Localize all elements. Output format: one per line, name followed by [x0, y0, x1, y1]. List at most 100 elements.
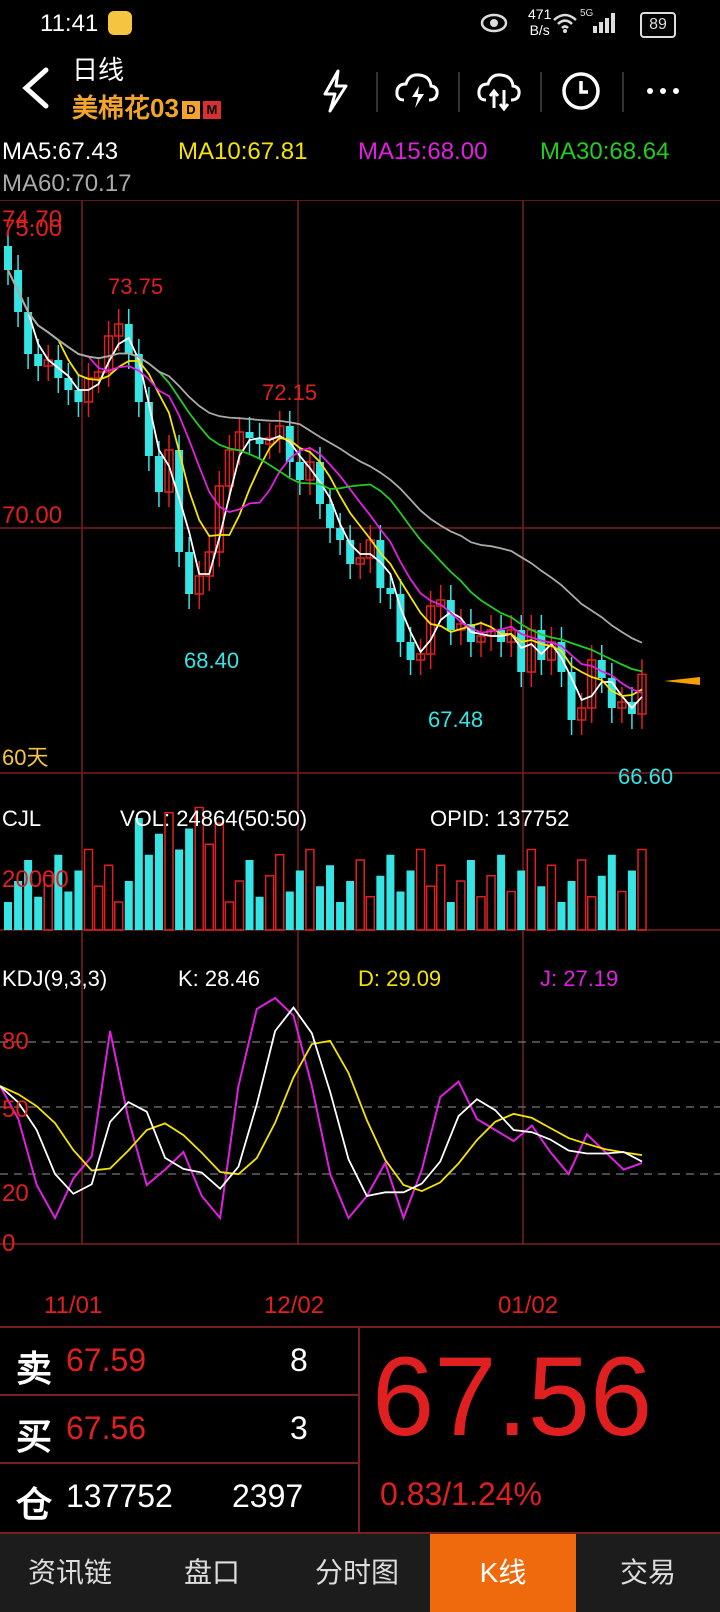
kdj-level-lines [0, 1041, 720, 1175]
sell-qty: 8 [290, 1342, 308, 1378]
open-interest-value: 137752 [66, 1478, 173, 1514]
kdj-k-line [0, 1006, 643, 1198]
wifi-icon [553, 13, 577, 33]
volume-bar [617, 890, 627, 931]
volume-bar [64, 891, 73, 930]
contract-title[interactable]: 美棉花03 D M [72, 88, 221, 125]
volume-bar [295, 870, 304, 930]
ma10-value: MA10:67.81 [178, 138, 308, 165]
clock-icon[interactable] [556, 66, 606, 116]
volume-bar [305, 848, 315, 931]
volume-bar [113, 901, 124, 931]
tag-d-badge: D [181, 101, 200, 120]
volume-bar [435, 864, 446, 931]
volume-bar [124, 881, 133, 930]
volume-bar [346, 881, 355, 930]
back-arrow-icon[interactable] [18, 66, 52, 110]
volume-bar [576, 859, 587, 931]
low-annotation: 66.60 [618, 764, 674, 789]
volume-bar [476, 896, 486, 931]
ma-lines [7, 269, 643, 710]
tab-order-book[interactable]: 盘口 [140, 1534, 284, 1612]
high-annotation: 73.75 [108, 274, 164, 299]
volume-bar [537, 886, 546, 930]
more-icon[interactable] [638, 66, 688, 116]
candle-body-down [185, 552, 194, 594]
buy-qty: 3 [290, 1410, 308, 1446]
volume-bar [204, 843, 215, 931]
tab-intraday[interactable]: 分时图 [284, 1534, 430, 1612]
sell-label: 卖 [16, 1348, 53, 1389]
kdj-k-value: K: 28.46 [178, 966, 260, 991]
high-annotation: 72.15 [262, 380, 318, 405]
volume-bar [154, 833, 163, 930]
candle-body-down [295, 462, 304, 480]
kline-chart[interactable] [0, 200, 720, 1285]
header-bar: 日线 美棉花03 D M [0, 46, 720, 132]
range-label: 60天 [2, 745, 49, 770]
ma-line [7, 269, 643, 697]
price-axis-label: 70.00 [2, 502, 63, 529]
cloud-download-icon[interactable] [392, 66, 442, 116]
tab-info-chain[interactable]: 资讯链 [0, 1534, 140, 1612]
lightning-icon[interactable] [310, 66, 360, 116]
cloud-upload-icon[interactable] [474, 66, 524, 116]
candle-body-down [517, 630, 526, 672]
candlesticks [4, 231, 647, 735]
low-annotation: 67.48 [428, 707, 484, 732]
contract-name-text: 美棉花03 [72, 93, 179, 123]
bottom-tab-bar: 资讯链 盘口 分时图 K线 交易 [0, 1534, 720, 1612]
volume-bar [446, 902, 455, 930]
ma30-value: MA30:68.64 [540, 138, 670, 165]
volume-bar [396, 891, 405, 930]
volume-bar [627, 870, 636, 930]
volume-bar [185, 828, 194, 930]
volume-bar [74, 870, 83, 930]
date-label: 01/02 [498, 1292, 559, 1319]
candle-body-down [74, 390, 83, 402]
volume-bar [336, 902, 345, 930]
price-axis-label: 75.00 [2, 215, 63, 242]
volume-title: CJL [2, 806, 42, 831]
volume-bar [586, 896, 597, 931]
sell-price[interactable]: 67.59 [66, 1342, 146, 1379]
ma-legend: MA5:67.43 MA10:67.81 MA15:68.00 MA30:68.… [0, 132, 720, 200]
opid-value: OPID: 137752 [430, 806, 570, 831]
volume-bar [245, 860, 254, 930]
ma5-value: MA5:67.43 [2, 138, 119, 165]
volume-bar [83, 848, 94, 931]
volume-bar [486, 875, 496, 931]
candle-body-down [34, 354, 43, 366]
candle-body-down [245, 432, 254, 438]
battery-icon: 89 [640, 12, 676, 38]
volume-bar [637, 848, 647, 931]
ma-line [7, 269, 643, 694]
volume-bar [517, 870, 526, 930]
low-annotation: 68.40 [184, 648, 240, 673]
tab-trade[interactable]: 交易 [576, 1534, 720, 1612]
volume-bar [506, 890, 516, 931]
volume-bar [285, 891, 294, 930]
volume-bar [264, 875, 275, 931]
kdj-level-label: 20 [2, 1180, 29, 1207]
ma-line [7, 269, 643, 644]
status-time: 11:41 [40, 10, 99, 37]
volume-bar [415, 848, 426, 931]
eye-icon [480, 13, 508, 33]
volume-bar [274, 854, 285, 931]
kdj-lines [0, 996, 643, 1221]
volume-bar [93, 885, 104, 931]
volume-bar [365, 896, 376, 931]
net-speed: 471 B/s [528, 6, 552, 38]
kdj-level-label: 80 [2, 1028, 29, 1055]
volume-bar [326, 865, 335, 930]
volume-bar [175, 849, 184, 930]
tab-kline[interactable]: K线 [430, 1534, 576, 1612]
signal-icon [593, 13, 615, 33]
buy-price[interactable]: 67.56 [66, 1410, 146, 1447]
volume-bar [607, 854, 616, 930]
ma60-value: MA60:70.17 [2, 170, 132, 197]
tag-m-badge: M [202, 101, 221, 120]
candle-body-down [406, 642, 415, 660]
volume-bar [546, 864, 557, 931]
